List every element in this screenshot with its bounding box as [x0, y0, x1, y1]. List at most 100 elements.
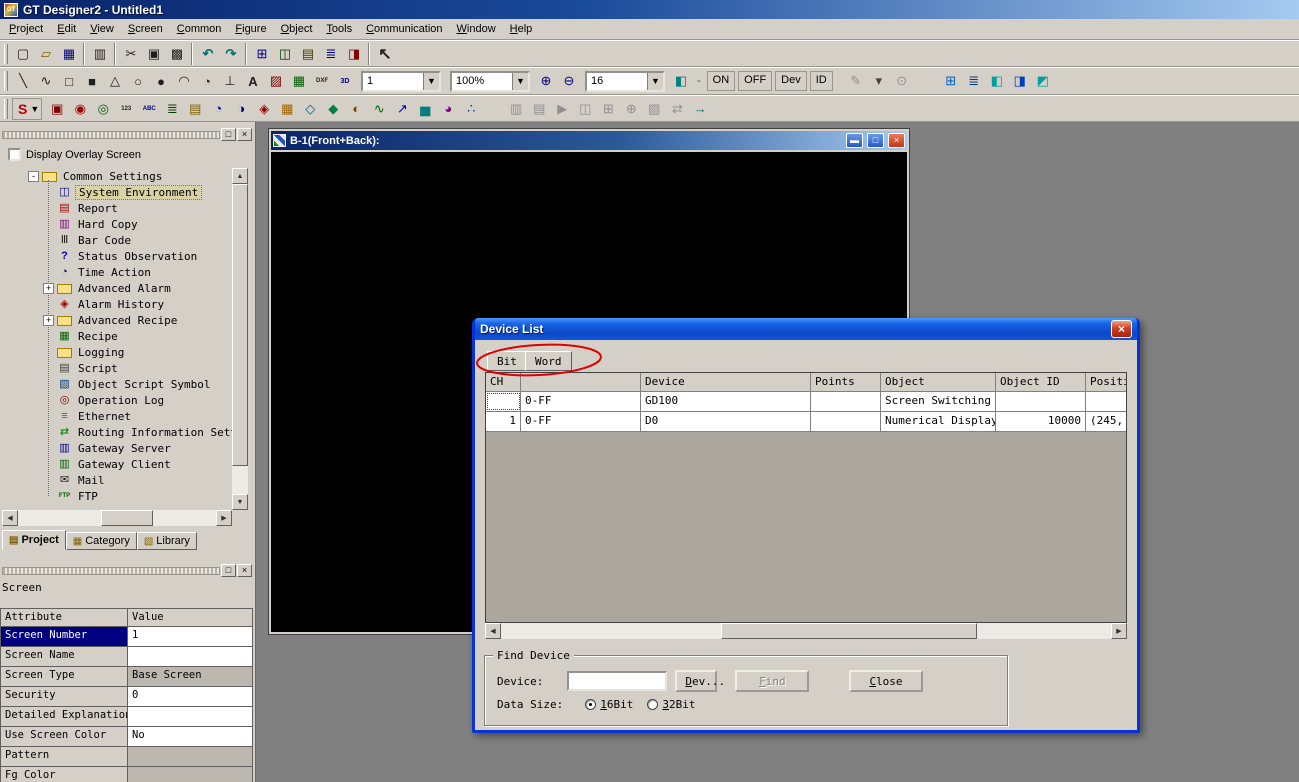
library-edit-icon[interactable]: ▧	[643, 98, 665, 120]
parts-movement-icon[interactable]: ◆	[322, 98, 344, 120]
menu-help[interactable]: Help	[503, 20, 540, 38]
prop-row-fg-color[interactable]: Fg Color	[1, 767, 252, 782]
date-display-icon[interactable]: ◔	[207, 98, 229, 120]
undo-icon[interactable]: ↶	[197, 43, 219, 65]
prop-row-screen-number[interactable]: Screen Number 1	[1, 627, 252, 647]
polyline-icon[interactable]: ∿	[35, 70, 57, 92]
screen-number-combo[interactable]: 1 ▼	[361, 71, 441, 92]
tree-item-report[interactable]: ▤ Report	[2, 200, 232, 216]
dev-button[interactable]: Dev...	[675, 670, 717, 692]
chevron-down-icon[interactable]: ▼	[30, 104, 39, 114]
maximize-icon[interactable]: □	[867, 133, 884, 148]
prop-row-use-screen-color[interactable]: Use Screen Color No	[1, 727, 252, 747]
device-input[interactable]	[567, 671, 667, 691]
fill-color-icon[interactable]: ◧	[670, 70, 692, 92]
panel-drag-handle[interactable]	[2, 131, 220, 139]
menu-view[interactable]: View	[83, 20, 121, 38]
statistics-graph-icon[interactable]: ◕	[437, 98, 459, 120]
menu-edit[interactable]: Edit	[50, 20, 83, 38]
screen-window-titlebar[interactable]: B-1(Front+Back): ▬ □ ×	[271, 131, 907, 150]
tree-item-common-settings[interactable]: - Common Settings	[2, 168, 232, 184]
alarm-list-icon[interactable]: ▦	[276, 98, 298, 120]
screen-property-icon[interactable]: ⊞	[940, 70, 962, 92]
print-icon[interactable]: ▥	[89, 43, 111, 65]
data-list-icon[interactable]: ≣	[161, 98, 183, 120]
sector-icon[interactable]: ◔	[196, 70, 218, 92]
prop-row-screen-type[interactable]: Screen Type Base Screen	[1, 667, 252, 687]
arc-icon[interactable]: ◠	[173, 70, 195, 92]
collapse-icon[interactable]: -	[28, 171, 39, 182]
id-toggle-button[interactable]: ID	[810, 71, 833, 91]
zoom-in-icon[interactable]: ⊕	[535, 70, 557, 92]
scroll-right-icon[interactable]: ▶	[216, 510, 232, 526]
test-icon[interactable]: ▶	[551, 98, 573, 120]
text-icon[interactable]: A	[242, 70, 264, 92]
data-transfer-icon[interactable]: ⇄	[666, 98, 688, 120]
find-button[interactable]: Find	[735, 670, 809, 692]
ascii-display-icon[interactable]: ABC	[138, 98, 160, 120]
scroll-down-icon[interactable]: ▼	[232, 494, 248, 510]
device-list-titlebar[interactable]: Device List ×	[475, 318, 1137, 340]
rectangle-icon[interactable]: □	[58, 70, 80, 92]
tab-word[interactable]: Word	[525, 351, 572, 371]
scroll-right-icon[interactable]: ▶	[1111, 623, 1127, 639]
time-display-icon[interactable]: ◑	[230, 98, 252, 120]
alarm-history-icon[interactable]: ◈	[253, 98, 275, 120]
minimize-icon[interactable]: ▬	[846, 133, 863, 148]
scroll-left-icon[interactable]: ◀	[2, 510, 18, 526]
panelmeter-icon[interactable]: ◐	[345, 98, 367, 120]
chevron-down-icon[interactable]: ▾	[868, 70, 890, 92]
prop-row-screen-name[interactable]: Screen Name	[1, 647, 252, 667]
pointer-arrow-icon[interactable]: ↖	[374, 43, 396, 65]
menu-figure[interactable]: Figure	[228, 20, 273, 38]
parts-display-icon[interactable]: ◇	[299, 98, 321, 120]
circle-icon[interactable]: ○	[127, 70, 149, 92]
toolbar-grip[interactable]	[4, 71, 8, 91]
line-icon[interactable]: ╲	[12, 70, 34, 92]
open-screen-icon[interactable]: ▤	[297, 43, 319, 65]
menu-tools[interactable]: Tools	[319, 20, 359, 38]
tree-item-object-script-symbol[interactable]: ▧ Object Script Symbol	[2, 376, 232, 392]
tree-item-gateway-client[interactable]: ▥ Gateway Client	[2, 456, 232, 472]
import-image-icon[interactable]: ▦	[288, 70, 310, 92]
expand-icon[interactable]: +	[43, 315, 54, 326]
chevron-down-icon[interactable]: ▼	[512, 73, 528, 90]
tab-library[interactable]: ▧ Library	[137, 532, 197, 550]
scroll-thumb[interactable]	[232, 184, 248, 466]
switch-dropdown[interactable]: S ▼	[12, 98, 42, 120]
save-icon[interactable]: ▦	[58, 43, 80, 65]
tree-item-alarm-history[interactable]: ◈ Alarm History	[2, 296, 232, 312]
data-view-icon[interactable]: ◨	[343, 43, 365, 65]
close-button[interactable]: Close	[849, 670, 923, 692]
numerical-display-icon[interactable]: 123	[115, 98, 137, 120]
simulator-icon[interactable]: ⊞	[597, 98, 619, 120]
window-cascade-icon[interactable]: ◨	[1009, 70, 1031, 92]
device-monitor-icon[interactable]: ◫	[574, 98, 596, 120]
bit-lamp-icon[interactable]: ◉	[69, 98, 91, 120]
bar-graph-icon[interactable]: ▅	[414, 98, 436, 120]
tree-item-script[interactable]: ▤ Script	[2, 360, 232, 376]
grid-step-combo[interactable]: 16 ▼	[585, 71, 665, 92]
close-icon[interactable]: ×	[888, 133, 905, 148]
tree-item-gateway-server[interactable]: ▥ Gateway Server	[2, 440, 232, 456]
window-preview-icon[interactable]: ◧	[986, 70, 1008, 92]
panel-close-icon[interactable]: ×	[237, 564, 252, 577]
expand-icon[interactable]: +	[43, 283, 54, 294]
screen-list-icon[interactable]: ⊞	[251, 43, 273, 65]
tree-item-time-action[interactable]: ◔ Time Action	[2, 264, 232, 280]
menu-common[interactable]: Common	[170, 20, 229, 38]
new-icon[interactable]: ▢	[12, 43, 34, 65]
line-graph-icon[interactable]: ↗	[391, 98, 413, 120]
tree-item-system-environment[interactable]: ◫ System Environment	[2, 184, 232, 200]
tree-item-ftp[interactable]: FTP FTP	[2, 488, 232, 504]
option-icon[interactable]: ⊕	[620, 98, 642, 120]
switch-icon[interactable]: ▣	[46, 98, 68, 120]
scroll-up-icon[interactable]: ▲	[232, 168, 248, 184]
panel-restore-icon[interactable]: □	[221, 128, 236, 141]
report-icon[interactable]: ▥	[505, 98, 527, 120]
tab-bit[interactable]: Bit	[487, 351, 527, 371]
prop-row-security[interactable]: Security 0	[1, 687, 252, 707]
chevron-down-icon[interactable]: ▼	[423, 73, 439, 90]
tree-item-routing-information[interactable]: ⇄ Routing Information Sett:	[2, 424, 232, 440]
object-list-icon[interactable]: ≣	[963, 70, 985, 92]
